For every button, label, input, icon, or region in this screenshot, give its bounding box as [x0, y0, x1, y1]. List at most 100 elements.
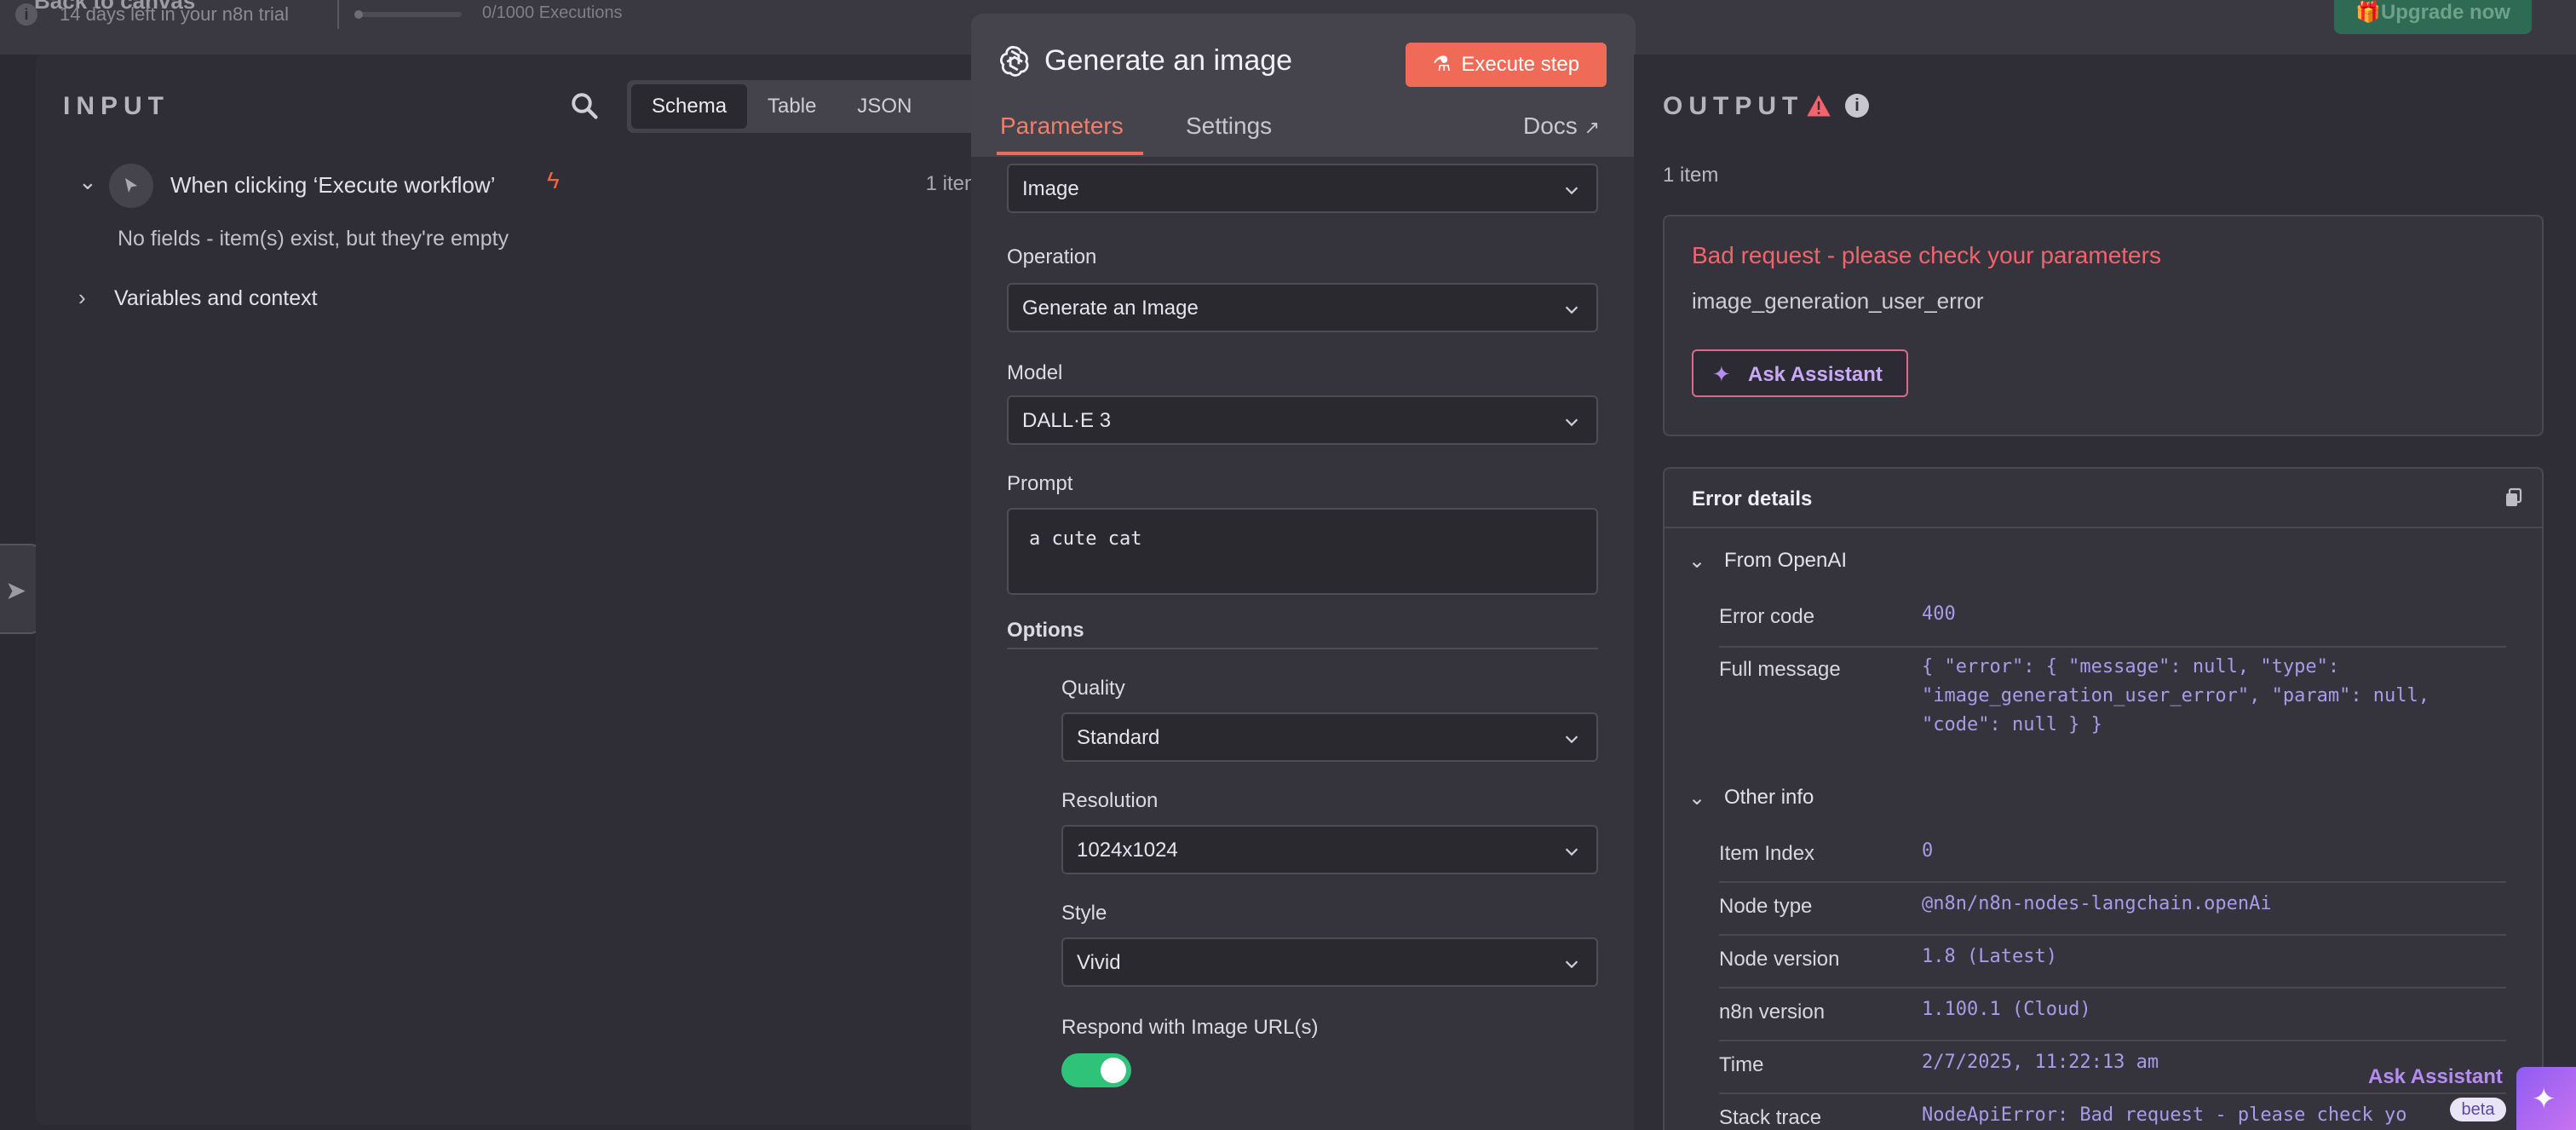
node-panel: Generate an image ⚗ Execute step Paramete… — [971, 14, 1636, 1130]
executions-progress — [354, 10, 462, 19]
style-value: Vivid — [1077, 951, 1121, 974]
operation-select[interactable]: Generate an Image — [1007, 283, 1598, 332]
other-info-label: Other info — [1724, 786, 1814, 809]
error-card: Bad request - please check your paramete… — [1663, 215, 2544, 436]
empty-message: No fields - item(s) exist, but they're e… — [118, 227, 509, 251]
info-icon[interactable]: i — [1845, 94, 1869, 118]
style-label: Style — [1061, 902, 1107, 925]
model-select[interactable]: DALL·E 3 — [1007, 395, 1598, 445]
prompt-value: a cute cat — [1029, 528, 1142, 550]
options-label: Options — [1007, 619, 1084, 642]
chevron-down-icon — [1565, 418, 1578, 427]
info-value: NodeApiError: Bad request - please check… — [1922, 1104, 2407, 1126]
quality-value: Standard — [1077, 726, 1160, 749]
info-key: Time — [1719, 1053, 1764, 1076]
info-key: Stack trace — [1719, 1106, 1822, 1129]
info-key: Item Index — [1719, 842, 1815, 865]
flask-icon: ⚗ — [1432, 53, 1452, 76]
execute-step-button[interactable]: ⚗ Execute step — [1406, 43, 1607, 87]
copy-icon[interactable] — [2504, 487, 2523, 508]
chevron-down-icon — [1565, 960, 1578, 969]
upgrade-label: Upgrade now — [2380, 1, 2510, 24]
model-label: Model — [1007, 361, 1063, 384]
view-schema[interactable]: Schema — [631, 84, 748, 129]
resource-value: Image — [1022, 177, 1079, 200]
row-divider — [1719, 1093, 2506, 1094]
info-value: 1.8 (Latest) — [1922, 946, 2057, 967]
sparkle-icon: ✦ — [1712, 361, 1731, 387]
row-divider — [1719, 646, 2506, 648]
pointer-icon: ➤ — [5, 577, 27, 605]
error-details-header: Error details — [1665, 469, 2542, 528]
output-panel: OUTPUT i 1 item Bad request - please che… — [1634, 55, 2576, 1130]
resolution-label: Resolution — [1061, 789, 1159, 812]
trial-text: 14 days left in your n8n trial — [60, 3, 290, 25]
row-divider — [1719, 881, 2506, 883]
row-divider — [1719, 1040, 2506, 1041]
info-key: Node type — [1719, 895, 1813, 918]
chevron-down-icon — [1565, 848, 1578, 856]
view-json[interactable]: JSON — [837, 84, 932, 129]
chevron-right-icon[interactable]: › — [78, 285, 86, 311]
chevron-down-icon[interactable]: ⌄ — [1688, 549, 1705, 574]
chevron-down-icon — [1565, 187, 1578, 195]
warning-icon — [1807, 95, 1831, 117]
style-select[interactable]: Vivid — [1061, 937, 1598, 987]
respond-toggle[interactable] — [1061, 1053, 1131, 1087]
openai-icon — [1000, 45, 1029, 77]
input-panel: INPUT Schema Table JSON ⌄ When clicking … — [36, 55, 981, 1125]
tab-parameters[interactable]: Parameters — [1000, 112, 1124, 140]
trigger-name: When clicking ‘Execute workflow’ — [170, 172, 496, 198]
panel-drag-handle[interactable]: ➤ — [0, 544, 41, 634]
executions-text: 0/1000 Executions — [482, 3, 623, 22]
respond-label: Respond with Image URL(s) — [1061, 1016, 1319, 1039]
node-title: Generate an image — [1044, 44, 1293, 77]
ask-assistant-fab[interactable]: ✦ — [2516, 1067, 2576, 1130]
full-message-key: Full message — [1719, 658, 1841, 681]
model-value: DALL·E 3 — [1022, 409, 1112, 432]
error-code-key: Error code — [1719, 605, 1815, 628]
row-divider — [1719, 934, 2506, 936]
lightning-icon: ϟ — [547, 167, 560, 193]
prompt-label: Prompt — [1007, 472, 1073, 495]
resolution-select[interactable]: 1024x1024 — [1061, 825, 1598, 874]
error-code-value: 400 — [1922, 603, 1956, 625]
full-message-line: { "error": { "message": null, "type": — [1922, 656, 2340, 677]
input-title: INPUT — [63, 92, 170, 120]
chevron-down-icon — [1565, 306, 1578, 314]
docs-label: Docs — [1523, 112, 1578, 139]
chevron-down-icon — [1565, 735, 1578, 744]
error-title: Bad request - please check your paramete… — [1692, 242, 2161, 268]
info-value: 1.100.1 (Cloud) — [1922, 999, 2091, 1020]
chevron-down-icon[interactable]: ⌄ — [78, 169, 97, 195]
error-code-text: image_generation_user_error — [1692, 288, 1984, 314]
options-divider — [1007, 648, 1598, 649]
full-message-line: "image_generation_user_error", "param": … — [1922, 685, 2430, 706]
variables-label: Variables and context — [114, 286, 318, 310]
quality-select[interactable]: Standard — [1061, 712, 1598, 762]
info-key: Node version — [1719, 948, 1840, 971]
divider — [337, 0, 339, 29]
cursor-icon — [109, 164, 153, 208]
ask-assistant-button[interactable]: ✦ Ask Assistant — [1692, 349, 1908, 397]
tab-settings[interactable]: Settings — [1186, 112, 1272, 140]
upgrade-button[interactable]: 🎁Upgrade now — [2334, 0, 2532, 34]
full-message-line: "code": null } } — [1922, 714, 2102, 735]
search-button[interactable] — [569, 90, 603, 124]
trigger-row[interactable]: ⌄ When clicking ‘Execute workflow’ ϟ 1 i… — [78, 160, 981, 211]
output-title: OUTPUT — [1663, 92, 1804, 120]
ask-assistant-floating-label[interactable]: Ask Assistant — [2368, 1065, 2503, 1089]
operation-label: Operation — [1007, 245, 1097, 268]
beta-badge: beta — [2450, 1098, 2506, 1121]
chevron-down-icon[interactable]: ⌄ — [1688, 786, 1705, 810]
info-icon: i — [15, 3, 37, 26]
prompt-input[interactable]: a cute cat — [1007, 508, 1598, 595]
info-key: n8n version — [1719, 1000, 1826, 1023]
sparkle-icon: ✦ — [2532, 1083, 2556, 1116]
from-openai-label: From OpenAI — [1724, 549, 1848, 572]
view-table[interactable]: Table — [747, 84, 837, 129]
tab-docs[interactable]: Docs ↗ — [1523, 112, 1600, 140]
ask-assistant-label: Ask Assistant — [1748, 363, 1883, 386]
output-count: 1 item — [1663, 164, 1719, 187]
resource-select[interactable]: Image — [1007, 164, 1598, 213]
